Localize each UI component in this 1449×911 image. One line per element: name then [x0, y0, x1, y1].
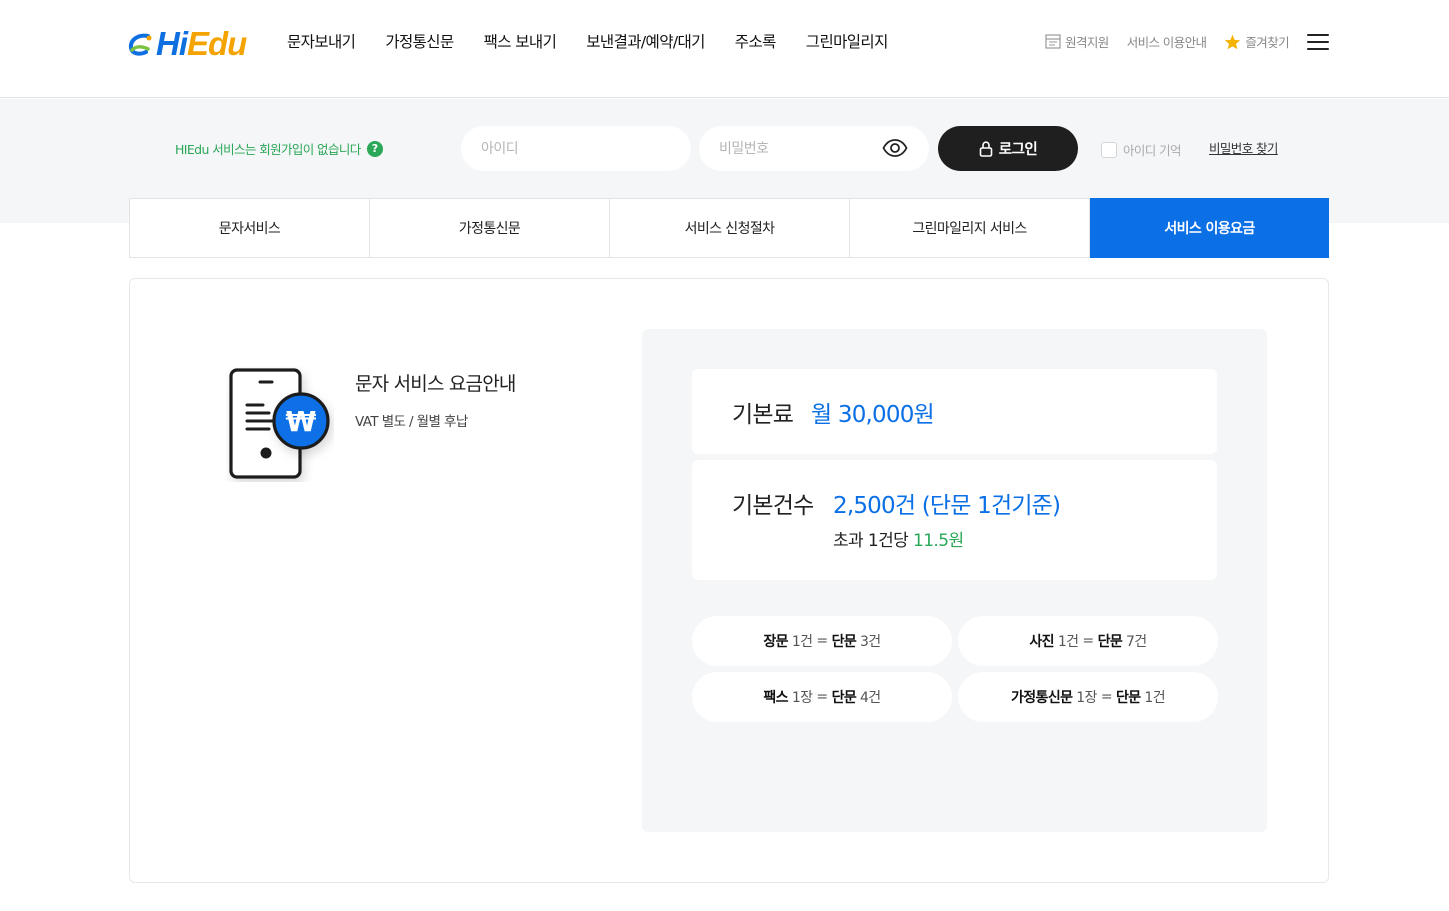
conversion-target-unit: 7건 — [1125, 634, 1147, 650]
favorite-link[interactable]: 즐겨찾기 — [1224, 32, 1290, 51]
favorite-label: 즐겨찾기 — [1245, 35, 1289, 50]
tab-message-service[interactable]: 문자서비스 — [130, 199, 370, 257]
tab-service-fee[interactable]: 서비스 이용요금 — [1090, 198, 1329, 258]
no-signup-notice: HIEdu 서비스는 회원가입이 없습니다 ? — [175, 139, 383, 158]
utility-links: 원격지원 서비스 이용안내 즐겨찾기 — [1027, 32, 1290, 51]
conversion-pill-fax: 팩스 1장 = 단문 4건 — [692, 672, 952, 722]
help-icon[interactable]: ? — [366, 140, 383, 157]
find-password-link[interactable]: 비밀번호 찾기 — [1209, 138, 1278, 157]
tab-green-mileage-service[interactable]: 그린마일리지 서비스 — [850, 199, 1090, 257]
service-guide-link[interactable]: 서비스 이용안내 — [1127, 32, 1207, 51]
lock-icon — [979, 140, 993, 157]
service-guide-label: 서비스 이용안내 — [1126, 35, 1207, 50]
document-icon — [1045, 34, 1061, 49]
conversion-target-unit: 4건 — [859, 690, 881, 706]
conversion-unit: 1건 — [1057, 634, 1079, 650]
show-password-eye-icon[interactable] — [882, 138, 908, 158]
base-count-label: 기본건수 — [732, 493, 814, 519]
remember-id-label: 아이디 기억 — [1123, 143, 1181, 158]
login-button[interactable]: 로그인 — [938, 126, 1078, 171]
base-count-value: 2,500건 (단문 1건기준) — [833, 493, 1061, 519]
id-input[interactable] — [461, 126, 691, 171]
pricing-title: 문자 서비스 요금안내 — [355, 373, 516, 395]
overage-value: 11.5원 — [913, 531, 964, 551]
nav-home-letter[interactable]: 가정통신문 — [385, 31, 454, 53]
site-header: HiEdu 문자보내기 가정통신문 팩스 보내기 보낸결과/예약/대기 주소록 … — [0, 0, 1449, 98]
conversion-eq: = — [816, 633, 828, 649]
conversion-target-unit: 3건 — [859, 634, 881, 650]
phone-won-icon: ₩ — [229, 368, 330, 479]
conversion-eq: = — [1082, 633, 1094, 649]
conversion-target-unit: 1건 — [1144, 690, 1165, 706]
conversion-unit: 1장 — [791, 690, 813, 706]
conversion-target: 단문 — [1097, 634, 1123, 650]
hiedu-logo[interactable]: HiEdu — [128, 25, 247, 62]
base-fee-value: 월 30,000원 — [811, 402, 935, 428]
conversion-target: 단문 — [1115, 690, 1141, 706]
remote-support-label: 원격지원 — [1065, 35, 1109, 50]
conversion-pill-long-message: 장문 1건 = 단문 3건 — [692, 616, 952, 666]
nav-address-book[interactable]: 주소록 — [735, 31, 777, 53]
conversion-unit: 1장 — [1076, 690, 1097, 706]
conversion-item: 가정통신문 — [1010, 690, 1073, 706]
overage-fee: 초과 1건당 11.5원 — [833, 526, 964, 551]
logo-swoosh-icon — [128, 33, 152, 56]
base-fee-label: 기본료 — [732, 402, 794, 428]
remote-support-link[interactable]: 원격지원 — [1045, 32, 1109, 51]
main-navigation: 문자보내기 가정통신문 팩스 보내기 보낸결과/예약/대기 주소록 그린마일리지 — [287, 31, 918, 53]
remember-id-checkbox[interactable]: 아이디 기억 — [1101, 140, 1181, 159]
conversion-target: 단문 — [831, 634, 857, 650]
conversion-eq: = — [816, 689, 828, 705]
conversion-pill-photo: 사진 1건 = 단문 7건 — [958, 616, 1218, 666]
conversion-unit: 1건 — [791, 634, 813, 650]
base-fee-card: 기본료 월 30,000원 — [692, 369, 1217, 454]
conversion-target: 단문 — [831, 690, 857, 706]
nav-send-message[interactable]: 문자보내기 — [287, 31, 356, 53]
conversion-item: 장문 — [763, 634, 788, 650]
conversion-pill-home-letter: 가정통신문 1장 = 단문 1건 — [958, 672, 1218, 722]
overage-prefix: 초과 1건당 — [833, 531, 909, 551]
no-signup-text: HIEdu 서비스는 회원가입이 없습니다 — [175, 142, 361, 157]
star-icon — [1225, 34, 1241, 49]
pricing-subtitle: VAT 별도 / 월별 후납 — [355, 414, 468, 430]
hamburger-menu-icon[interactable] — [1307, 34, 1329, 50]
service-tabs: 문자서비스 가정통신문 서비스 신청절차 그린마일리지 서비스 서비스 이용요금 — [129, 198, 1329, 258]
won-glyph: ₩ — [286, 405, 317, 438]
conversion-item: 팩스 — [763, 690, 788, 706]
conversion-eq: = — [1100, 689, 1113, 705]
tab-application-process[interactable]: 서비스 신청절차 — [610, 199, 850, 257]
tab-home-letter[interactable]: 가정통신문 — [370, 199, 610, 257]
login-button-label: 로그인 — [998, 142, 1038, 158]
logo-wordmark: HiEdu — [156, 25, 247, 62]
checkbox-box[interactable] — [1101, 141, 1117, 158]
nav-green-mileage[interactable]: 그린마일리지 — [806, 31, 889, 53]
base-count-card: 기본건수 2,500건 (단문 1건기준) 초과 1건당 11.5원 — [692, 460, 1217, 580]
nav-send-fax[interactable]: 팩스 보내기 — [484, 31, 557, 53]
nav-results[interactable]: 보낸결과/예약/대기 — [586, 31, 705, 53]
conversion-item: 사진 — [1029, 634, 1054, 650]
